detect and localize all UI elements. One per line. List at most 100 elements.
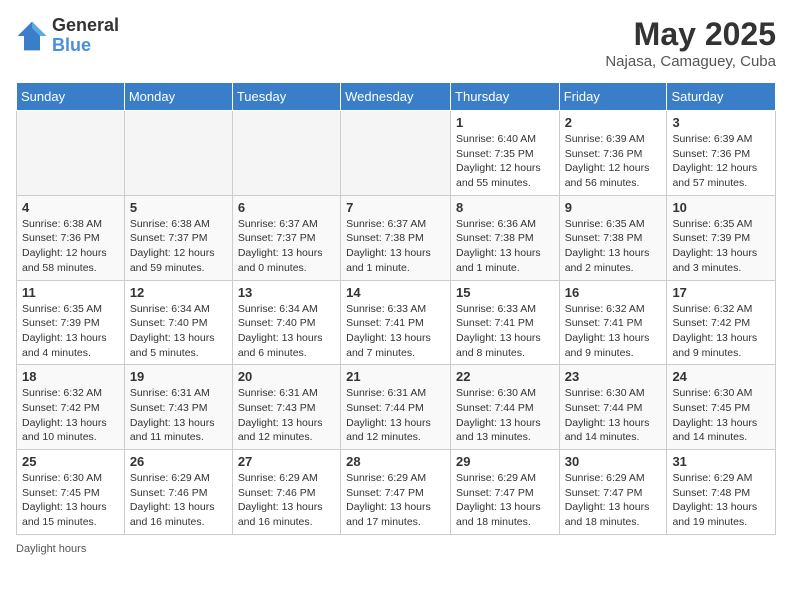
calendar-cell: 28 Sunrise: 6:29 AM Sunset: 7:47 PM Dayli… — [341, 450, 451, 535]
day-info: Sunrise: 6:34 AM Sunset: 7:40 PM Dayligh… — [130, 302, 227, 361]
day-number: 3 — [672, 115, 770, 130]
calendar-cell: 25 Sunrise: 6:30 AM Sunset: 7:45 PM Dayli… — [17, 450, 125, 535]
weekday-header-wednesday: Wednesday — [341, 83, 451, 111]
day-number: 14 — [346, 285, 445, 300]
day-number: 15 — [456, 285, 554, 300]
day-number: 18 — [22, 369, 119, 384]
calendar-cell: 7 Sunrise: 6:37 AM Sunset: 7:38 PM Daylig… — [341, 195, 451, 280]
calendar-cell: 22 Sunrise: 6:30 AM Sunset: 7:44 PM Dayli… — [451, 365, 560, 450]
weekday-header-saturday: Saturday — [667, 83, 776, 111]
day-info: Sunrise: 6:29 AM Sunset: 7:46 PM Dayligh… — [238, 471, 335, 530]
weekday-header-tuesday: Tuesday — [232, 83, 340, 111]
day-info: Sunrise: 6:30 AM Sunset: 7:45 PM Dayligh… — [672, 386, 770, 445]
logo-blue-text: Blue — [52, 36, 119, 56]
calendar-cell: 18 Sunrise: 6:32 AM Sunset: 7:42 PM Dayli… — [17, 365, 125, 450]
day-number: 4 — [22, 200, 119, 215]
day-info: Sunrise: 6:29 AM Sunset: 7:47 PM Dayligh… — [346, 471, 445, 530]
day-info: Sunrise: 6:30 AM Sunset: 7:45 PM Dayligh… — [22, 471, 119, 530]
day-info: Sunrise: 6:29 AM Sunset: 7:47 PM Dayligh… — [456, 471, 554, 530]
calendar-cell: 30 Sunrise: 6:29 AM Sunset: 7:47 PM Dayli… — [559, 450, 667, 535]
calendar-cell: 26 Sunrise: 6:29 AM Sunset: 7:46 PM Dayli… — [124, 450, 232, 535]
calendar-cell: 17 Sunrise: 6:32 AM Sunset: 7:42 PM Dayli… — [667, 280, 776, 365]
day-number: 30 — [565, 454, 662, 469]
day-info: Sunrise: 6:35 AM Sunset: 7:39 PM Dayligh… — [22, 302, 119, 361]
logo-general-text: General — [52, 16, 119, 36]
day-info: Sunrise: 6:33 AM Sunset: 7:41 PM Dayligh… — [346, 302, 445, 361]
day-info: Sunrise: 6:33 AM Sunset: 7:41 PM Dayligh… — [456, 302, 554, 361]
calendar-cell: 3 Sunrise: 6:39 AM Sunset: 7:36 PM Daylig… — [667, 111, 776, 196]
day-number: 25 — [22, 454, 119, 469]
day-number: 12 — [130, 285, 227, 300]
calendar-cell: 10 Sunrise: 6:35 AM Sunset: 7:39 PM Dayli… — [667, 195, 776, 280]
calendar-cell: 13Sunrise: 6:34 AM Sunset: 7:40 PM Dayli… — [232, 280, 340, 365]
day-number: 29 — [456, 454, 554, 469]
day-number: 5 — [130, 200, 227, 215]
day-info: Sunrise: 6:35 AM Sunset: 7:39 PM Dayligh… — [672, 217, 770, 276]
day-info: Sunrise: 6:37 AM Sunset: 7:38 PM Dayligh… — [346, 217, 445, 276]
day-info: Sunrise: 6:32 AM Sunset: 7:42 PM Dayligh… — [672, 302, 770, 361]
calendar-row: 4 Sunrise: 6:38 AM Sunset: 7:36 PM Daylig… — [17, 195, 776, 280]
day-number: 28 — [346, 454, 445, 469]
day-number: 26 — [130, 454, 227, 469]
day-info: Sunrise: 6:39 AM Sunset: 7:36 PM Dayligh… — [565, 132, 662, 191]
day-number: 31 — [672, 454, 770, 469]
day-info: Sunrise: 6:39 AM Sunset: 7:36 PM Dayligh… — [672, 132, 770, 191]
day-info: Sunrise: 6:38 AM Sunset: 7:37 PM Dayligh… — [130, 217, 227, 276]
day-number: 6 — [238, 200, 335, 215]
day-number: 2 — [565, 115, 662, 130]
calendar-cell — [124, 111, 232, 196]
day-info: Sunrise: 6:31 AM Sunset: 7:43 PM Dayligh… — [130, 386, 227, 445]
day-info: Sunrise: 6:34 AM Sunset: 7:40 PM Dayligh… — [238, 302, 335, 361]
day-number: 7 — [346, 200, 445, 215]
calendar-cell: 31 Sunrise: 6:29 AM Sunset: 7:48 PM Dayli… — [667, 450, 776, 535]
day-number: 11 — [22, 285, 119, 300]
calendar-cell: 1Sunrise: 6:40 AM Sunset: 7:35 PM Daylig… — [451, 111, 560, 196]
day-number: 24 — [672, 369, 770, 384]
day-info: Sunrise: 6:30 AM Sunset: 7:44 PM Dayligh… — [456, 386, 554, 445]
calendar-cell: 15 Sunrise: 6:33 AM Sunset: 7:41 PM Dayli… — [451, 280, 560, 365]
day-number: 23 — [565, 369, 662, 384]
weekday-header-monday: Monday — [124, 83, 232, 111]
page-header: General Blue May 2025 Najasa, Camaguey, … — [16, 16, 776, 70]
day-info: Sunrise: 6:29 AM Sunset: 7:48 PM Dayligh… — [672, 471, 770, 530]
calendar-cell: 5 Sunrise: 6:38 AM Sunset: 7:37 PM Daylig… — [124, 195, 232, 280]
weekday-header-sunday: Sunday — [17, 83, 125, 111]
calendar-row: 25 Sunrise: 6:30 AM Sunset: 7:45 PM Dayli… — [17, 450, 776, 535]
month-title: May 2025 — [605, 16, 776, 53]
calendar-row: 18 Sunrise: 6:32 AM Sunset: 7:42 PM Dayli… — [17, 365, 776, 450]
calendar-cell: 19 Sunrise: 6:31 AM Sunset: 7:43 PM Dayli… — [124, 365, 232, 450]
day-info: Sunrise: 6:29 AM Sunset: 7:47 PM Dayligh… — [565, 471, 662, 530]
weekday-header-thursday: Thursday — [451, 83, 560, 111]
day-number: 27 — [238, 454, 335, 469]
calendar-cell: 2 Sunrise: 6:39 AM Sunset: 7:36 PM Daylig… — [559, 111, 667, 196]
title-block: May 2025 Najasa, Camaguey, Cuba — [605, 16, 776, 70]
day-info: Sunrise: 6:32 AM Sunset: 7:42 PM Dayligh… — [22, 386, 119, 445]
day-number: 20 — [238, 369, 335, 384]
day-number: 19 — [130, 369, 227, 384]
calendar-row: 1Sunrise: 6:40 AM Sunset: 7:35 PM Daylig… — [17, 111, 776, 196]
day-info: Sunrise: 6:32 AM Sunset: 7:41 PM Dayligh… — [565, 302, 662, 361]
day-info: Sunrise: 6:30 AM Sunset: 7:44 PM Dayligh… — [565, 386, 662, 445]
location: Najasa, Camaguey, Cuba — [605, 53, 776, 70]
day-number: 22 — [456, 369, 554, 384]
calendar-cell: 27 Sunrise: 6:29 AM Sunset: 7:46 PM Dayli… — [232, 450, 340, 535]
calendar-cell: 12 Sunrise: 6:34 AM Sunset: 7:40 PM Dayli… — [124, 280, 232, 365]
calendar-cell — [17, 111, 125, 196]
weekday-header-row: SundayMondayTuesdayWednesdayThursdayFrid… — [17, 83, 776, 111]
day-info: Sunrise: 6:36 AM Sunset: 7:38 PM Dayligh… — [456, 217, 554, 276]
day-info: Sunrise: 6:38 AM Sunset: 7:36 PM Dayligh… — [22, 217, 119, 276]
calendar-cell: 9Sunrise: 6:35 AM Sunset: 7:38 PM Daylig… — [559, 195, 667, 280]
day-info: Sunrise: 6:37 AM Sunset: 7:37 PM Dayligh… — [238, 217, 335, 276]
day-number: 8 — [456, 200, 554, 215]
logo-icon — [16, 20, 48, 52]
day-number: 17 — [672, 285, 770, 300]
day-number: 21 — [346, 369, 445, 384]
day-number: 9 — [565, 200, 662, 215]
calendar-cell — [341, 111, 451, 196]
day-info: Sunrise: 6:31 AM Sunset: 7:43 PM Dayligh… — [238, 386, 335, 445]
calendar-cell: 8 Sunrise: 6:36 AM Sunset: 7:38 PM Daylig… — [451, 195, 560, 280]
daylight-hours-label: Daylight hours — [16, 543, 86, 555]
calendar-cell: 6 Sunrise: 6:37 AM Sunset: 7:37 PM Daylig… — [232, 195, 340, 280]
day-number: 10 — [672, 200, 770, 215]
day-info: Sunrise: 6:29 AM Sunset: 7:46 PM Dayligh… — [130, 471, 227, 530]
